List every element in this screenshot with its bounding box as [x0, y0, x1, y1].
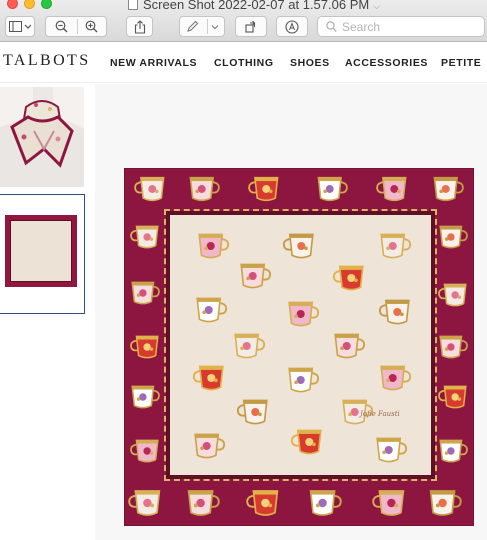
zoom-out-button[interactable] — [46, 20, 76, 33]
share-icon — [134, 19, 145, 34]
teacup-motif — [438, 385, 467, 409]
teacup-motif — [234, 333, 266, 359]
search-field[interactable]: Search — [317, 16, 485, 37]
search-placeholder: Search — [342, 19, 381, 34]
teacup-motif — [372, 490, 405, 516]
teacup-motif — [187, 490, 220, 516]
zoom-out-icon — [55, 20, 67, 33]
teacup-motif — [131, 385, 160, 409]
chevron-down-icon[interactable]: ⌵ — [373, 1, 380, 11]
teacup-motif — [438, 283, 467, 307]
teacup-motif — [130, 439, 159, 463]
nav-new-arrivals[interactable]: NEW ARRIVALS — [110, 57, 197, 69]
nav-shoes[interactable]: SHOES — [290, 57, 330, 69]
window-title: Screen Shot 2022-02-07 at 1.57.06 PM ⌵ — [128, 0, 380, 12]
teacup-motif — [240, 263, 272, 289]
teacup-motif — [433, 176, 464, 202]
search-icon — [326, 21, 337, 32]
mannequin-image — [0, 87, 84, 187]
teacup-motif — [378, 299, 410, 325]
markup-toolbar-button[interactable] — [276, 16, 308, 37]
site-navigation: TALBOTS NEW ARRIVALS CLOTHING SHOES ACCE… — [0, 43, 487, 83]
minimize-window-button[interactable] — [24, 0, 35, 9]
teacup-motif — [380, 233, 412, 259]
zoom-in-button[interactable] — [76, 20, 106, 33]
teacup-motif — [439, 439, 468, 463]
rotate-icon — [245, 20, 256, 33]
teacup-motif — [334, 333, 366, 359]
nav-accessories[interactable]: ACCESSORIES — [345, 57, 428, 69]
pen-options-dropdown[interactable] — [205, 24, 224, 30]
teacup-motif — [189, 176, 220, 202]
nav-petite[interactable]: PETITE — [441, 57, 481, 69]
scarf-mini-image — [5, 215, 77, 287]
zoom-controls — [45, 16, 107, 37]
markup-pen-control — [179, 16, 225, 37]
teacup-motif — [309, 490, 342, 516]
close-window-button[interactable] — [7, 0, 18, 9]
teacup-motif — [288, 301, 320, 327]
teacup-motif — [439, 335, 468, 359]
teacup-motif — [128, 490, 161, 516]
share-button[interactable] — [126, 16, 153, 37]
teacup-motif — [248, 176, 279, 202]
pen-button[interactable] — [180, 20, 205, 33]
talbots-logo[interactable]: TALBOTS — [3, 52, 91, 70]
teacup-motif — [196, 297, 228, 323]
sidebar-icon — [9, 20, 31, 32]
teacup-motif — [246, 490, 279, 516]
teacup-motif — [282, 233, 314, 259]
zoom-in-icon — [85, 20, 97, 33]
teacup-motif — [130, 225, 159, 249]
teacup-motif — [194, 433, 226, 459]
teacup-motif — [288, 367, 320, 393]
teacup-motif — [236, 399, 268, 425]
sidebar-toggle-button[interactable] — [5, 16, 35, 37]
teacup-motif — [376, 437, 408, 463]
teacup-motif — [134, 176, 165, 202]
teacup-motif — [290, 429, 322, 455]
teacup-motif — [332, 265, 364, 291]
teacup-motif — [380, 365, 412, 391]
designer-signature: Jofie Fausti — [360, 410, 400, 418]
markup-icon — [285, 19, 299, 34]
teacup-motif — [317, 176, 348, 202]
teacup-motif — [439, 225, 468, 249]
document-icon — [128, 0, 138, 10]
thumbnail-column — [0, 84, 90, 540]
pen-icon — [187, 20, 199, 32]
nav-clothing[interactable]: CLOTHING — [214, 57, 274, 69]
teacup-motif — [429, 490, 462, 516]
teacup-motif — [130, 335, 159, 359]
scarf-flat-thumbnail[interactable] — [0, 194, 85, 314]
chevron-down-icon — [211, 24, 219, 29]
scarf-worn-thumbnail[interactable] — [0, 87, 84, 187]
teacup-motif — [131, 281, 160, 305]
window-toolbar: Screen Shot 2022-02-07 at 1.57.06 PM ⌵ S… — [0, 0, 487, 42]
zoom-window-button[interactable] — [41, 0, 52, 9]
teacup-motif — [198, 233, 230, 259]
teacup-motif — [192, 365, 224, 391]
teacup-motif — [376, 176, 407, 202]
scarf-product-image[interactable]: Jofie Fausti — [125, 169, 473, 525]
rotate-button[interactable] — [235, 16, 267, 37]
